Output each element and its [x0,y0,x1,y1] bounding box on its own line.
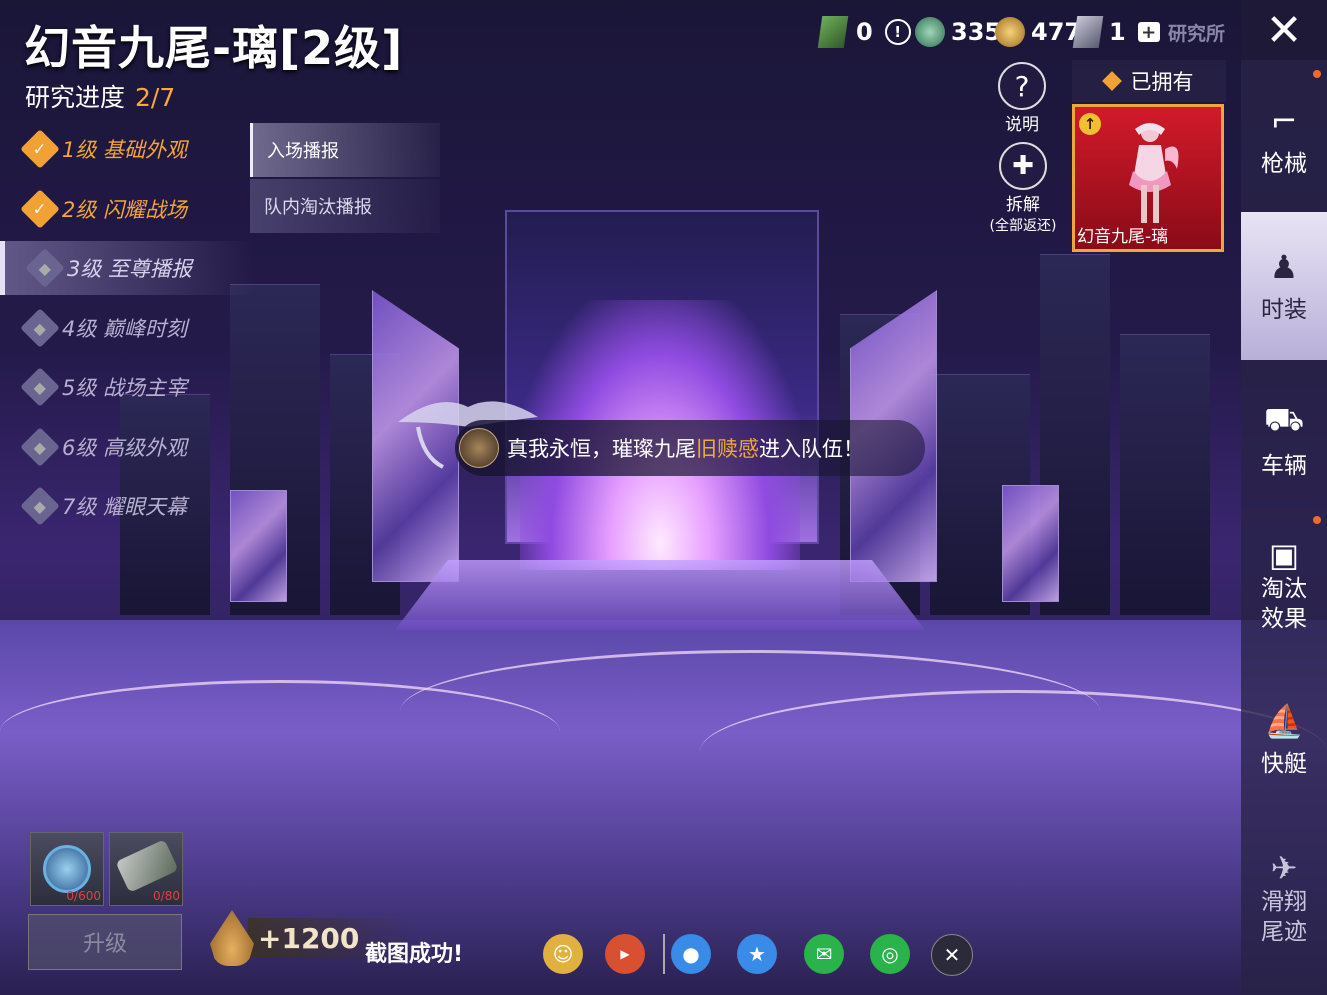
level-item-7[interactable]: ◆ 7级 耀眼天幕 [0,479,250,533]
owned-label: 已拥有 [1130,70,1194,94]
tab-team-elimination-broadcast[interactable]: 队内淘汰播报 [250,179,440,233]
coin-b-counter[interactable]: 477 [995,14,1081,50]
page-title: 幻音九尾-璃[2级] [24,21,404,75]
wechat-icon[interactable]: ✉ [804,934,844,974]
sidebar-item-glider-trail[interactable]: ✈ 滑翔 尾迹 [1241,840,1327,960]
owned-header: 已拥有 [1072,60,1226,102]
moments-icon[interactable]: ◎ [870,934,910,974]
level-label: 5级 战场主宰 [62,376,188,400]
banner-suffix: 进入队伍！ [759,437,864,461]
dismantle-label: 拆解 [1006,195,1040,215]
ticket-count: 0 [856,18,873,46]
level-label: 6级 高级外观 [62,436,188,460]
owned-item-card[interactable]: ↑ 幻音九尾-璃 [1072,104,1224,252]
close-button[interactable]: ✕ [1241,0,1327,60]
sidebar-item-outfits[interactable]: ♟ 时装 [1241,212,1327,360]
level-item-5[interactable]: ◆ 5级 战场主宰 [0,360,250,414]
info-icon: ! [884,19,911,45]
upgrade-arrow-icon: ↑ [1079,113,1101,135]
notification-dot [1313,70,1321,78]
profile-share-icon[interactable]: ☺ [543,934,583,974]
dismantle-button[interactable]: ✚ 拆解 (全部返还) [985,142,1061,235]
qzone-icon[interactable]: ★ [737,934,777,974]
sidebar-label: 车辆 [1261,453,1307,479]
material-count: 0/600 [66,889,101,903]
sidebar-label: 滑翔 尾迹 [1261,889,1307,945]
character-figure [1129,123,1179,223]
help-label: 说明 [1005,115,1039,135]
coin-a-count: 335 [951,18,1002,46]
diamond-icon [1101,71,1122,91]
game-share-icon[interactable]: ▶ [605,934,645,974]
question-icon: ? [998,62,1046,110]
entry-broadcast-banner: 真我永恒，璀璨九尾 旧赎感 进入队伍！ [455,420,925,476]
screenshot-toast: 截图成功! [365,942,464,967]
level-item-1[interactable]: ✓ 1级 基础外观 [0,122,250,176]
sidebar-item-guns[interactable]: ⌐ 枪械 [1241,70,1327,210]
notification-dot [1313,516,1321,524]
gun-icon: ⌐ [1270,102,1298,140]
diamond-icon: ◆ [20,427,60,467]
check-icon: ✓ [20,189,60,229]
sidebar-item-speedboat[interactable]: ⛵ 快艇 [1241,690,1327,790]
add-icon[interactable]: + [1137,22,1160,43]
banner-prefix: 真我永恒，璀璨九尾 [507,437,696,461]
silver-coin-icon [915,17,945,47]
sidebar-label: 时装 [1261,297,1307,323]
level-label: 3级 至尊播报 [67,257,193,281]
diamond-icon: ◆ [20,486,60,526]
boat-icon: ⛵ [1264,702,1304,740]
coin-a-counter[interactable]: 335 [915,14,1001,50]
material-count: 0/80 [153,889,180,903]
player-avatar [459,428,499,468]
card-count: 1 [1109,18,1126,46]
level-label: 7级 耀眼天幕 [62,495,188,519]
diamond-icon: ◆ [20,367,60,407]
check-icon: ✓ [20,129,60,169]
sidebar-item-elimination-effects[interactable]: ▣ 淘汰 效果 [1241,512,1327,662]
puzzle-icon: ✚ [999,142,1047,190]
crate-icon: ▣ [1268,536,1300,574]
outfit-icon: ♟ [1269,248,1299,286]
glider-icon: ✈ [1270,849,1298,887]
close-icon: ✕ [1265,4,1303,56]
level-label: 4级 巅峰时刻 [62,317,188,341]
level-label: 1级 基础外观 [62,138,188,162]
close-share-icon[interactable]: ✕ [931,934,973,976]
level-label: 2级 闪耀战场 [62,198,188,222]
lab-link[interactable]: 研究所 [1168,14,1225,50]
sidebar-item-vehicles[interactable]: ⛟ 车辆 [1241,380,1327,500]
material-gear-icon [43,845,91,893]
vehicle-icon: ⛟ [1263,400,1305,438]
ticket-counter[interactable]: 0 ! [817,14,911,50]
progress-value: 2/7 [135,83,176,112]
diamond-icon: ◆ [25,248,65,288]
banner-player-name: 旧赎感 [696,437,759,461]
upgrade-button[interactable]: 升级 [28,914,182,970]
help-button[interactable]: ? 说明 [998,62,1046,135]
card-icon [1072,16,1104,48]
material-slot-2[interactable]: 0/80 [109,832,183,906]
level-item-2[interactable]: ✓ 2级 闪耀战场 [0,182,250,236]
sidebar-label: 淘汰 效果 [1261,576,1307,632]
level-item-4[interactable]: ◆ 4级 巅峰时刻 [0,301,250,355]
level-item-6[interactable]: ◆ 6级 高级外观 [0,420,250,474]
material-slot-1[interactable]: 0/600 [30,832,104,906]
dismantle-sub: (全部返还) [989,218,1057,234]
qq-icon[interactable]: ● [671,934,711,974]
research-progress: 研究进度 2/7 [25,78,175,114]
share-divider [663,934,665,974]
progress-label: 研究进度 [25,83,126,112]
ticket-icon [817,16,849,48]
sidebar-label: 快艇 [1261,751,1307,777]
level-item-3[interactable]: ◆ 3级 至尊播报 [0,241,255,295]
material-part-icon [115,839,179,893]
owned-item-name: 幻音九尾-璃 [1077,227,1169,247]
diamond-icon: ◆ [20,308,60,348]
sidebar-label: 枪械 [1261,151,1307,177]
tab-entry-broadcast[interactable]: 入场播报 [250,123,440,177]
card-counter[interactable]: 1 + [1072,14,1160,50]
gold-coin-icon [995,17,1025,47]
